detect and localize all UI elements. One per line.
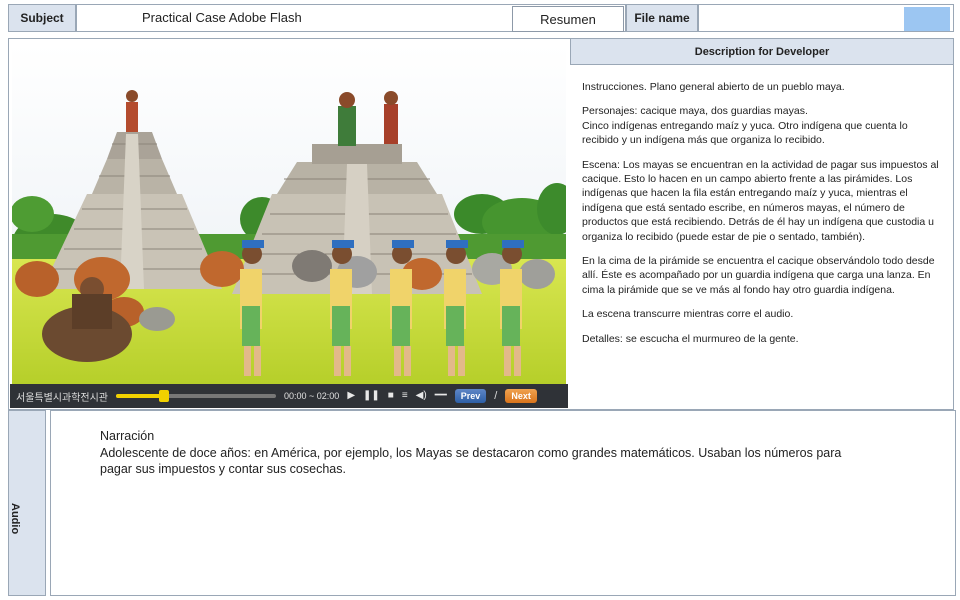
play-icon[interactable]: ▶ <box>347 391 355 401</box>
description-paragraph: En la cima de la pirámide se encuentra e… <box>582 255 935 296</box>
pause-icon[interactable]: ❚❚ <box>363 391 380 401</box>
subject-value: Practical Case Adobe Flash <box>142 10 302 25</box>
maya-scene-illustration <box>12 44 566 384</box>
seek-handle[interactable] <box>159 390 169 402</box>
seek-progress <box>116 394 164 398</box>
resumen-button[interactable]: Resumen <box>512 6 624 32</box>
menu-icon[interactable]: ≡ <box>402 391 408 401</box>
description-paragraph: Detalles: se escucha el murmureo de la g… <box>582 332 799 345</box>
narration: Narración Adolescente de doce años: en A… <box>100 428 870 478</box>
narration-title: Narración <box>100 429 155 443</box>
description-paragraph: Escena: Los mayas se encuentran en la ac… <box>582 158 939 243</box>
file-name-label: File name <box>626 4 698 32</box>
prev-button[interactable]: Prev <box>454 389 487 403</box>
scene-svg <box>12 44 566 384</box>
description-paragraph: La escena transcurre mientras corre el a… <box>582 308 794 321</box>
playback-time: 00:00 ~ 02:00 <box>284 391 340 401</box>
divider-slash: / <box>494 390 498 402</box>
volume-icon[interactable]: ◀) <box>416 391 427 401</box>
media-player-bar: 서울특별시과학전시관 00:00 ~ 02:00 ▶ ❚❚ ■ ≡ ◀) ━━ … <box>10 384 568 408</box>
player-logo: 서울특별시과학전시관 <box>16 392 108 404</box>
narration-text: Adolescente de doce años: en América, po… <box>100 445 842 477</box>
volume-slider[interactable]: ━━ <box>435 391 447 401</box>
audio-label: Audio <box>9 503 21 535</box>
description-header: Description for Developer <box>570 38 954 65</box>
description-body: Instrucciones. Plano general abierto de … <box>582 80 944 406</box>
seek-bar[interactable] <box>116 390 276 402</box>
next-button[interactable]: Next <box>505 389 537 403</box>
description-paragraph: Personajes: cacique maya, dos guardias m… <box>582 105 908 147</box>
description-paragraph: Instrucciones. Plano general abierto de … <box>582 81 845 93</box>
audio-tab: Audio <box>8 410 46 596</box>
subject-label: Subject <box>8 4 76 32</box>
file-name-indicator <box>904 7 950 31</box>
stop-icon[interactable]: ■ <box>388 391 394 401</box>
